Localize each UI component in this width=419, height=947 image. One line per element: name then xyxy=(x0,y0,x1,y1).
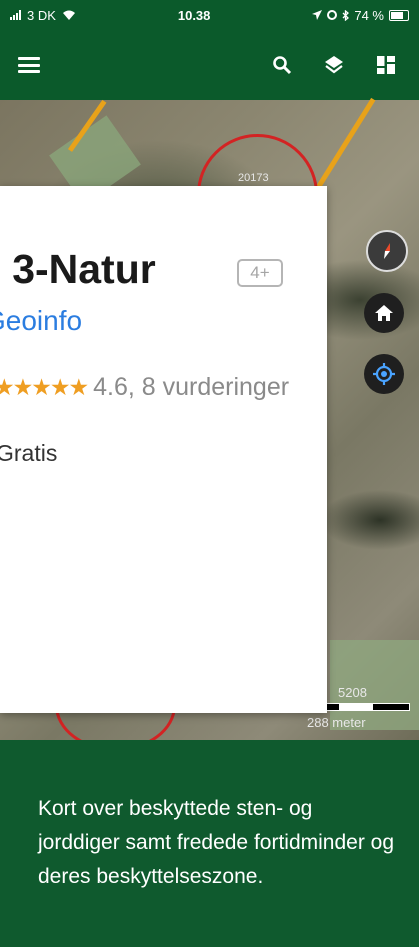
rating-row: ★★★★★ 4.6, 8 vurderinger xyxy=(0,373,289,402)
menu-icon[interactable] xyxy=(18,57,40,73)
parcel-label: 20173 xyxy=(238,172,269,184)
developer-link[interactable]: Geoinfo xyxy=(0,305,82,337)
compass-icon xyxy=(384,243,390,259)
locate-icon xyxy=(373,363,395,385)
time-label: 10.38 xyxy=(177,7,211,23)
home-button[interactable] xyxy=(364,293,404,333)
app-store-card: § 3-Natur 4+ Geoinfo ★★★★★ 4.6, 8 vurder… xyxy=(0,186,327,713)
map-road xyxy=(312,97,376,194)
phone-screenshot: 3 DK 10.38 74 % 20173 5208 288 meter 3-N… xyxy=(0,0,419,740)
caption-text: Kort over beskyttede sten- og jorddiger … xyxy=(38,797,395,888)
alarm-icon xyxy=(327,10,338,20)
compass-button[interactable] xyxy=(366,230,408,272)
caption-panel: Kort over beskyttede sten- og jorddiger … xyxy=(0,740,419,947)
status-bar: 3 DK 10.38 74 % xyxy=(0,0,419,30)
locate-button[interactable] xyxy=(364,354,404,394)
search-icon[interactable] xyxy=(267,50,297,80)
star-rating-icon: ★★★★★ xyxy=(0,374,89,400)
status-left: 3 DK xyxy=(10,8,76,23)
layers-icon[interactable] xyxy=(319,50,349,80)
scale-label: 288 meter xyxy=(307,715,366,730)
age-rating-badge: 4+ xyxy=(237,259,283,287)
wifi-icon xyxy=(62,10,75,20)
rating-text: 4.6, 8 vurderinger xyxy=(93,373,290,401)
app-bar xyxy=(0,30,419,100)
battery-icon xyxy=(389,9,409,21)
location-arrow-icon xyxy=(312,10,323,20)
status-right: 74 % xyxy=(312,8,409,23)
bluetooth-icon xyxy=(342,9,350,21)
battery-percent: 74 % xyxy=(354,7,384,23)
carrier-label: 3 DK xyxy=(27,7,56,23)
scale-value: 5208 xyxy=(338,685,367,700)
price-label: Gratis xyxy=(0,440,58,466)
app-title: § 3-Natur xyxy=(0,246,156,292)
home-icon xyxy=(375,305,393,321)
signal-icon xyxy=(10,10,21,20)
grid-icon[interactable] xyxy=(371,50,401,80)
